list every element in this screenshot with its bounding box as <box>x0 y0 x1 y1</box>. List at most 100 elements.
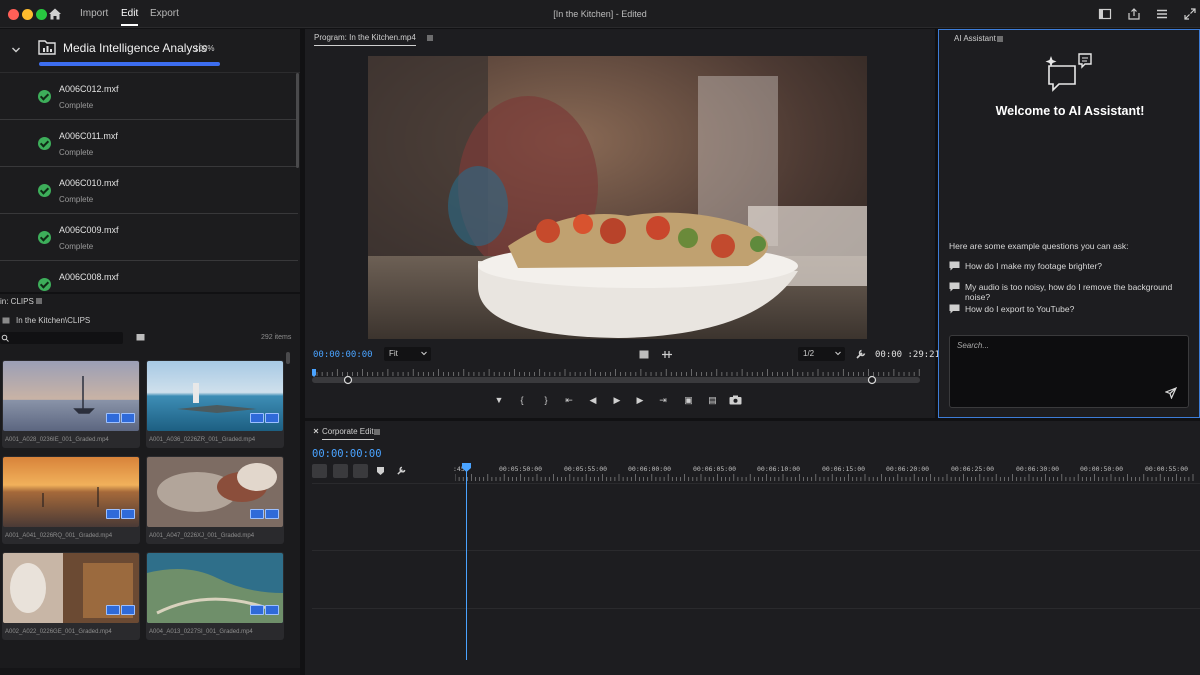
example-question[interactable]: How do I export to YouTube? <box>965 304 1074 314</box>
safe-margins-icon[interactable] <box>639 350 649 359</box>
media-intelligence-header: Media Intelligence Analysis 100% <box>0 29 300 73</box>
clip-badge-icon <box>250 605 264 615</box>
go-to-out-button[interactable]: ⇥ <box>657 395 669 405</box>
clip-label: A001_A047_0226XJ_001_Graded.mp4 <box>149 533 255 539</box>
clip-badge-icon <box>121 509 135 519</box>
clip-label: A001_A028_0236IE_001_Graded.mp4 <box>5 437 109 443</box>
clip-badge-icon <box>265 605 279 615</box>
program-duration: 00:00 :29:21 <box>875 350 941 360</box>
bin-tab[interactable]: in: CLIPS <box>0 297 34 306</box>
analysis-percent: 100% <box>194 44 215 53</box>
share-icon[interactable] <box>1127 7 1141 21</box>
camera-icon[interactable] <box>729 395 742 405</box>
program-timecode[interactable]: 00:00:00:00 <box>313 350 373 360</box>
close-icon[interactable] <box>313 428 319 434</box>
clip-badge-icon <box>106 605 120 615</box>
clip-status: Complete <box>59 195 94 204</box>
bin-footer-toolbar <box>0 668 300 675</box>
chat-bubble-icon <box>949 304 960 314</box>
lift-button[interactable]: ▣ <box>681 395 696 405</box>
playback-resolution-dropdown[interactable]: 1/2 <box>798 347 845 361</box>
ai-intro-text: Here are some example questions you can … <box>949 241 1129 251</box>
chat-bubble-icon <box>949 282 960 292</box>
ai-welcome-heading: Welcome to AI Assistant! <box>995 104 1145 118</box>
clip-thumbnail[interactable]: A001_A028_0236IE_001_Graded.mp4 <box>2 360 140 448</box>
playhead-handle[interactable] <box>462 463 471 472</box>
playhead[interactable] <box>466 470 467 660</box>
program-tab[interactable]: Program: In the Kitchen.mp4 <box>314 33 416 46</box>
step-forward-button[interactable]: ▶ <box>634 395 646 405</box>
sequence-tab[interactable]: Corporate Edit <box>322 427 374 440</box>
bin-path: In the Kitchen\CLIPS <box>16 316 91 325</box>
bin-search-input[interactable] <box>0 332 123 344</box>
program-time-ruler[interactable] <box>312 367 920 387</box>
analysis-list-item[interactable]: A006C009.mxf Complete <box>0 214 298 261</box>
snap-button[interactable] <box>333 464 348 478</box>
panel-menu-icon[interactable] <box>996 35 1004 43</box>
add-marker-button[interactable]: ▼ <box>493 395 505 405</box>
clip-badge-icon <box>106 509 120 519</box>
ruler-tick-label: 00:06:30:00 <box>1016 465 1060 473</box>
clip-thumbnail[interactable]: A001_A041_0226RQ_001_Graded.mp4 <box>2 456 140 544</box>
play-button[interactable]: ▶ <box>611 395 623 405</box>
clip-label: A002_A022_0226GE_001_Graded.mp4 <box>5 629 112 635</box>
marker-icon[interactable] <box>376 466 385 476</box>
wrench-icon[interactable] <box>396 465 407 476</box>
go-to-in-button[interactable]: ⇤ <box>563 395 575 405</box>
resolution-label: 1/2 <box>803 349 815 358</box>
ruler-tick-label: 00:05:50:00 <box>499 465 543 473</box>
linked-selection-button[interactable] <box>353 464 368 478</box>
example-question[interactable]: How do I make my footage brighter? <box>965 261 1102 271</box>
scrollbar[interactable] <box>296 73 299 168</box>
program-video-frame <box>368 56 867 339</box>
media-intelligence-title: Media Intelligence Analysis <box>63 41 208 55</box>
panel-menu-icon[interactable] <box>35 297 43 305</box>
scrollbar[interactable] <box>286 352 290 364</box>
wrench-icon[interactable] <box>855 348 867 360</box>
nest-sequence-button[interactable] <box>312 464 327 478</box>
new-bin-icon[interactable] <box>136 333 145 341</box>
timeline-timecode[interactable]: 00:00:00:00 <box>312 448 382 460</box>
ai-assistant-tab[interactable]: AI Assistant <box>954 34 996 43</box>
clip-badge-icon <box>250 413 264 423</box>
fit-dropdown[interactable]: Fit <box>384 347 431 361</box>
clip-name: A006C010.mxf <box>59 178 119 188</box>
complete-check-icon <box>38 278 51 291</box>
panel-menu-icon[interactable] <box>373 428 381 436</box>
ruler-tick-label: 00:06:10:00 <box>757 465 801 473</box>
clip-thumbnail[interactable]: A001_A036_0226ZR_001_Graded.mp4 <box>146 360 284 448</box>
search-placeholder: Search... <box>957 341 990 350</box>
clip-badge-icon <box>121 413 135 423</box>
chevron-down-icon <box>421 351 427 356</box>
ruler-tick-label: 00:05:55:00 <box>564 465 608 473</box>
mark-in-button[interactable]: { <box>516 395 528 405</box>
clip-badge-icon <box>265 413 279 423</box>
analysis-list-item[interactable]: A006C011.mxf Complete <box>0 120 298 167</box>
ai-search-input[interactable]: Search... <box>949 335 1189 408</box>
workspaces-menu-icon[interactable] <box>1155 7 1169 21</box>
insert-icon[interactable] <box>661 350 673 359</box>
analysis-list-item[interactable]: A006C012.mxf Complete <box>0 73 298 120</box>
mark-out-button[interactable]: } <box>540 395 552 405</box>
ruler-ticks <box>312 369 920 376</box>
send-icon[interactable] <box>1165 387 1177 399</box>
extract-button[interactable]: ▤ <box>705 395 720 405</box>
clip-thumbnail[interactable]: A002_A022_0226GE_001_Graded.mp4 <box>2 552 140 640</box>
clip-badge-icon <box>250 509 264 519</box>
clip-thumbnail[interactable]: A004_A013_0227SI_001_Graded.mp4 <box>146 552 284 640</box>
clip-status: Complete <box>59 101 94 110</box>
timeline-ruler-ticks <box>455 474 1194 481</box>
ruler-tick-label: 00:06:05:00 <box>693 465 737 473</box>
analysis-list-item[interactable]: A006C010.mxf Complete <box>0 167 298 214</box>
fullscreen-icon[interactable] <box>1183 7 1197 21</box>
example-question[interactable]: My audio is too noisy, how do I remove t… <box>965 282 1199 302</box>
clip-name: A006C008.mxf <box>59 272 119 282</box>
panel-menu-icon[interactable] <box>426 34 434 42</box>
analysis-progress-bar <box>39 62 220 66</box>
analysis-list-item[interactable]: A006C008.mxf <box>0 261 298 292</box>
panel-layout-icon[interactable] <box>1098 7 1112 21</box>
chevron-down-icon[interactable] <box>10 44 22 56</box>
clip-thumbnail[interactable]: A001_A047_0226XJ_001_Graded.mp4 <box>146 456 284 544</box>
timeline-panel: Corporate Edit <box>305 421 1200 675</box>
step-back-button[interactable]: ◀ <box>587 395 599 405</box>
